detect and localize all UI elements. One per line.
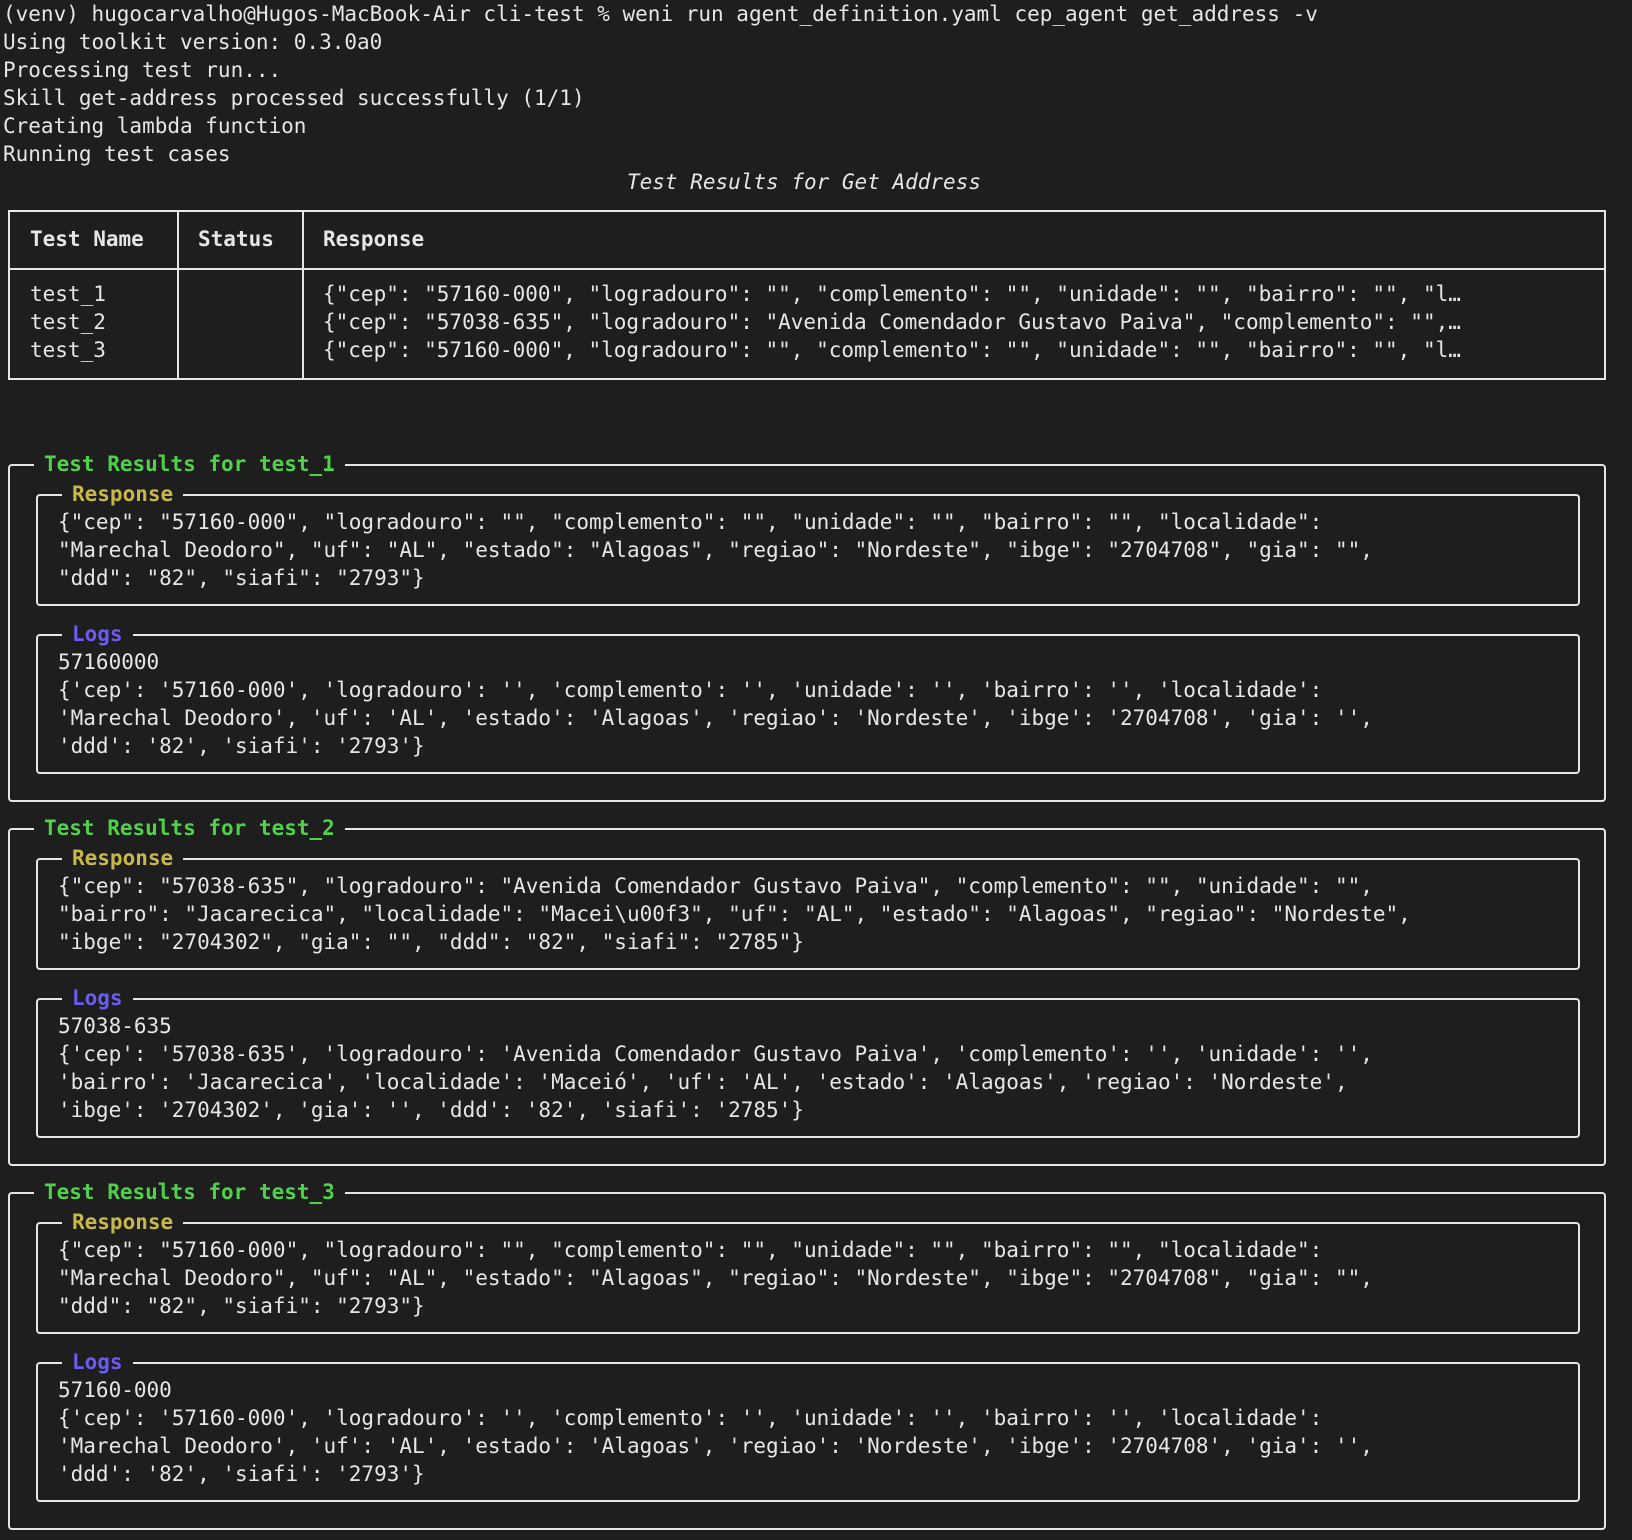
response-text: {"cep": "57160-000", "logradouro": "", "… <box>58 508 1562 592</box>
logs-box: Logs 57160-000 {'cep': '57160-000', 'log… <box>36 1348 1580 1502</box>
output-line: Processing test run... <box>3 58 282 82</box>
logs-text: 57038-635 {'cep': '57038-635', 'logradou… <box>58 1012 1562 1124</box>
table-column-divider <box>177 212 179 378</box>
response-text: {"cep": "57038-635", "logradouro": "Aven… <box>58 872 1562 956</box>
log-line: 'bairro': 'Jacarecica', 'localidade': 'M… <box>58 1070 1348 1094</box>
log-line: 'Marechal Deodoro', 'uf': 'AL', 'estado'… <box>58 1434 1373 1458</box>
test-name-cell: test_1 <box>30 282 106 306</box>
test-name-cell: test_3 <box>30 338 106 362</box>
test-result-panel: Test Results for test_3 Response {"cep":… <box>8 1178 1606 1530</box>
test-name-cell: test_2 <box>30 310 106 334</box>
response-cell: {"cep": "57038-635", "logradouro": "Aven… <box>323 310 1461 334</box>
response-label: Response <box>62 1208 184 1236</box>
log-line: 57160000 <box>58 650 160 674</box>
summary-table: Test Name Status Response test_1 ✓ {"cep… <box>8 210 1606 380</box>
log-line: 'ddd': '82', 'siafi': '2793'} <box>58 1462 425 1486</box>
response-line: {"cep": "57038-635", "logradouro": "Aven… <box>58 874 1373 898</box>
output-line: Skill get-address processed successfully… <box>3 86 585 110</box>
response-box: Response {"cep": "57160-000", "logradour… <box>36 1208 1580 1334</box>
response-cell: {"cep": "57160-000", "logradouro": "", "… <box>323 282 1461 306</box>
response-line: {"cep": "57160-000", "logradouro": "", "… <box>58 1238 1323 1262</box>
log-line: {'cep': '57160-000', 'logradouro': '', '… <box>58 1406 1323 1430</box>
response-cell: {"cep": "57160-000", "logradouro": "", "… <box>323 338 1461 362</box>
log-line: {'cep': '57160-000', 'logradouro': '', '… <box>58 678 1323 702</box>
table-column-divider <box>302 212 304 378</box>
response-line: "bairro": "Jacarecica", "localidade": "M… <box>58 902 1411 926</box>
log-line: 'ibge': '2704302', 'gia': '', 'ddd': '82… <box>58 1098 804 1122</box>
panel-title: Test Results for test_1 <box>34 450 345 478</box>
logs-text: 57160-000 {'cep': '57160-000', 'logradou… <box>58 1376 1562 1488</box>
logs-box: Logs 57038-635 {'cep': '57038-635', 'log… <box>36 984 1580 1138</box>
test-result-panel: Test Results for test_2 Response {"cep":… <box>8 814 1606 1166</box>
logs-text: 57160000 {'cep': '57160-000', 'logradour… <box>58 648 1562 760</box>
logs-box: Logs 57160000 {'cep': '57160-000', 'logr… <box>36 620 1580 774</box>
column-header-response: Response <box>323 227 425 251</box>
table-caption: Test Results for Get Address <box>626 170 981 194</box>
status-cell: ✓ <box>228 308 258 336</box>
table-header-divider <box>10 268 1604 270</box>
command-line: (venv) hugocarvalho@Hugos-MacBook-Air cl… <box>3 2 1318 26</box>
panel-title: Test Results for test_2 <box>34 814 345 842</box>
logs-label: Logs <box>62 620 133 648</box>
log-line: 'ddd': '82', 'siafi': '2793'} <box>58 734 425 758</box>
output-line: Creating lambda function <box>3 114 307 138</box>
response-line: "Marechal Deodoro", "uf": "AL", "estado"… <box>58 538 1373 562</box>
panel-title: Test Results for test_3 <box>34 1178 345 1206</box>
log-line: {'cep': '57038-635', 'logradouro': 'Aven… <box>58 1042 1373 1066</box>
response-line: {"cep": "57160-000", "logradouro": "", "… <box>58 510 1323 534</box>
response-label: Response <box>62 480 184 508</box>
log-line: 57160-000 <box>58 1378 172 1402</box>
logs-label: Logs <box>62 1348 133 1376</box>
response-box: Response {"cep": "57160-000", "logradour… <box>36 480 1580 606</box>
response-line: "Marechal Deodoro", "uf": "AL", "estado"… <box>58 1266 1373 1290</box>
response-box: Response {"cep": "57038-635", "logradour… <box>36 844 1580 970</box>
test-result-panel: Test Results for test_1 Response {"cep":… <box>8 450 1606 802</box>
response-label: Response <box>62 844 184 872</box>
response-text: {"cep": "57160-000", "logradouro": "", "… <box>58 1236 1562 1320</box>
column-header-status: Status <box>198 227 274 251</box>
logs-label: Logs <box>62 984 133 1012</box>
column-header-test-name: Test Name <box>30 227 144 251</box>
log-line: 'Marechal Deodoro', 'uf': 'AL', 'estado'… <box>58 706 1373 730</box>
output-line: Running test cases <box>3 142 231 166</box>
response-line: "ibge": "2704302", "gia": "", "ddd": "82… <box>58 930 804 954</box>
response-line: "ddd": "82", "siafi": "2793"} <box>58 566 425 590</box>
status-cell: ✓ <box>228 336 258 364</box>
log-line: 57038-635 <box>58 1014 172 1038</box>
output-line: Using toolkit version: 0.3.0a0 <box>3 30 383 54</box>
response-line: "ddd": "82", "siafi": "2793"} <box>58 1294 425 1318</box>
status-cell: ✓ <box>228 280 258 308</box>
